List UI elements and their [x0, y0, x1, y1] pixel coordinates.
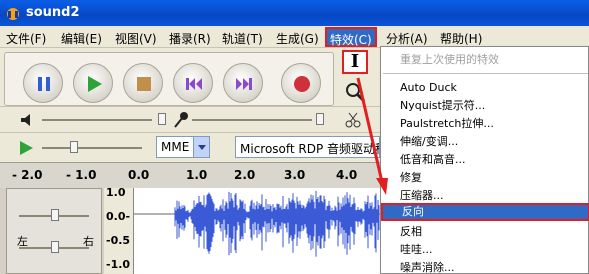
app-icon	[7, 8, 19, 20]
menu-help[interactable]: 帮助(H)	[440, 30, 482, 47]
cut-icon[interactable]	[345, 112, 361, 128]
output-volume-slider[interactable]	[158, 113, 166, 125]
menu-item-invert[interactable]: 反相	[381, 223, 589, 241]
input-volume-slider[interactable]	[316, 113, 324, 125]
tick-label: 0.0	[128, 168, 150, 182]
play-speed-slider[interactable]	[70, 141, 78, 153]
menu-item-repair[interactable]: 修复	[381, 169, 589, 187]
menu-edit[interactable]: 编辑(E)	[61, 30, 102, 47]
track-area: 左 右 1.0 0.0- -0.5 -1.0	[0, 186, 380, 274]
menu-item-bass-treble[interactable]: 低音和高音...	[381, 151, 589, 169]
track-control-panel: 左 右	[6, 188, 102, 274]
timeline-ruler[interactable]: - 2.0 - 1.0 0.0 1.0 2.0 3.0 4.0	[0, 162, 380, 188]
scale-label: -1.0	[106, 258, 131, 271]
skip-start-button[interactable]	[173, 63, 213, 103]
menu-analyze[interactable]: 分析(A)	[386, 30, 428, 47]
chevron-down-icon	[193, 137, 209, 157]
tick-label: - 2.0	[12, 168, 43, 182]
tick-label: 3.0	[284, 168, 306, 182]
play-speed-track	[42, 147, 142, 149]
tick-label: 4.0	[336, 168, 358, 182]
audio-host-value: MME	[161, 140, 190, 154]
window-title: sound2	[26, 5, 80, 20]
zoom-tool-icon[interactable]	[342, 80, 368, 104]
gain-slider[interactable]	[51, 209, 59, 221]
scale-label: -0.5	[106, 234, 131, 247]
output-device-value: Microsoft RDP 音频驱动程	[240, 142, 380, 156]
menu-item-wahwah[interactable]: 哇哇...	[381, 241, 589, 259]
skip-start-icon	[186, 78, 202, 90]
menu-bar: 文件(F) 编辑(E) 视图(V) 播录(R) 轨道(T) 生成(G) 特效(C…	[0, 26, 589, 48]
scale-label: 0.0-	[106, 210, 131, 223]
stop-button[interactable]	[123, 63, 163, 103]
menu-effects[interactable]: 特效(C)	[325, 27, 377, 47]
title-bar: sound2	[0, 0, 589, 26]
menu-item-change-tempo[interactable]: 伸缩/变调...	[381, 133, 589, 151]
microphone-icon	[174, 112, 188, 128]
menu-item-paulstretch[interactable]: Paulstretch拉伸...	[381, 115, 589, 133]
menu-separator	[383, 73, 588, 74]
menu-record[interactable]: 播录(R)	[169, 30, 211, 47]
tick-label: - 1.0	[66, 168, 97, 182]
effects-menu: 重复上次使用的特效 Auto Duck Nyquist提示符... Paulst…	[380, 46, 589, 274]
scale-label: 1.0	[106, 186, 126, 199]
play-button[interactable]	[73, 63, 113, 103]
output-device-select[interactable]: Microsoft RDP 音频驱动程	[235, 136, 380, 158]
pause-button[interactable]	[23, 63, 63, 103]
record-icon	[294, 76, 310, 92]
skip-end-button[interactable]	[223, 63, 263, 103]
stop-icon	[137, 77, 151, 91]
mixer-toolbar	[0, 106, 380, 132]
tick-label: 1.0	[186, 168, 208, 182]
play-at-speed-icon[interactable]	[18, 140, 34, 156]
audio-host-select[interactable]: MME	[156, 136, 210, 158]
pan-slider[interactable]	[51, 241, 59, 253]
menu-view[interactable]: 视图(V)	[115, 30, 157, 47]
input-volume-track	[192, 119, 312, 121]
tick-label: 2.0	[234, 168, 256, 182]
menu-generate[interactable]: 生成(G)	[276, 30, 319, 47]
menu-tracks[interactable]: 轨道(T)	[222, 30, 263, 47]
vertical-scale: 1.0 0.0- -0.5 -1.0	[104, 186, 134, 274]
menu-item-repeat-last: 重复上次使用的特效	[400, 53, 499, 66]
menu-item-noise-reduction[interactable]: 噪声消除...	[381, 259, 589, 274]
selection-tool[interactable]: I	[342, 50, 368, 74]
menu-item-auto-duck[interactable]: Auto Duck	[381, 79, 589, 97]
output-volume-track	[42, 119, 152, 121]
speaker-icon	[21, 114, 30, 126]
transport-panel	[4, 52, 334, 106]
menu-item-reverse[interactable]: 反向	[381, 203, 589, 221]
menu-item-nyquist[interactable]: Nyquist提示符...	[381, 97, 589, 115]
record-button[interactable]	[281, 63, 321, 103]
play-icon	[88, 76, 102, 92]
waveform	[134, 191, 380, 257]
pause-icon	[38, 77, 50, 91]
waveform-display[interactable]	[134, 188, 380, 274]
skip-end-icon	[236, 78, 252, 90]
menu-file[interactable]: 文件(F)	[6, 30, 46, 47]
